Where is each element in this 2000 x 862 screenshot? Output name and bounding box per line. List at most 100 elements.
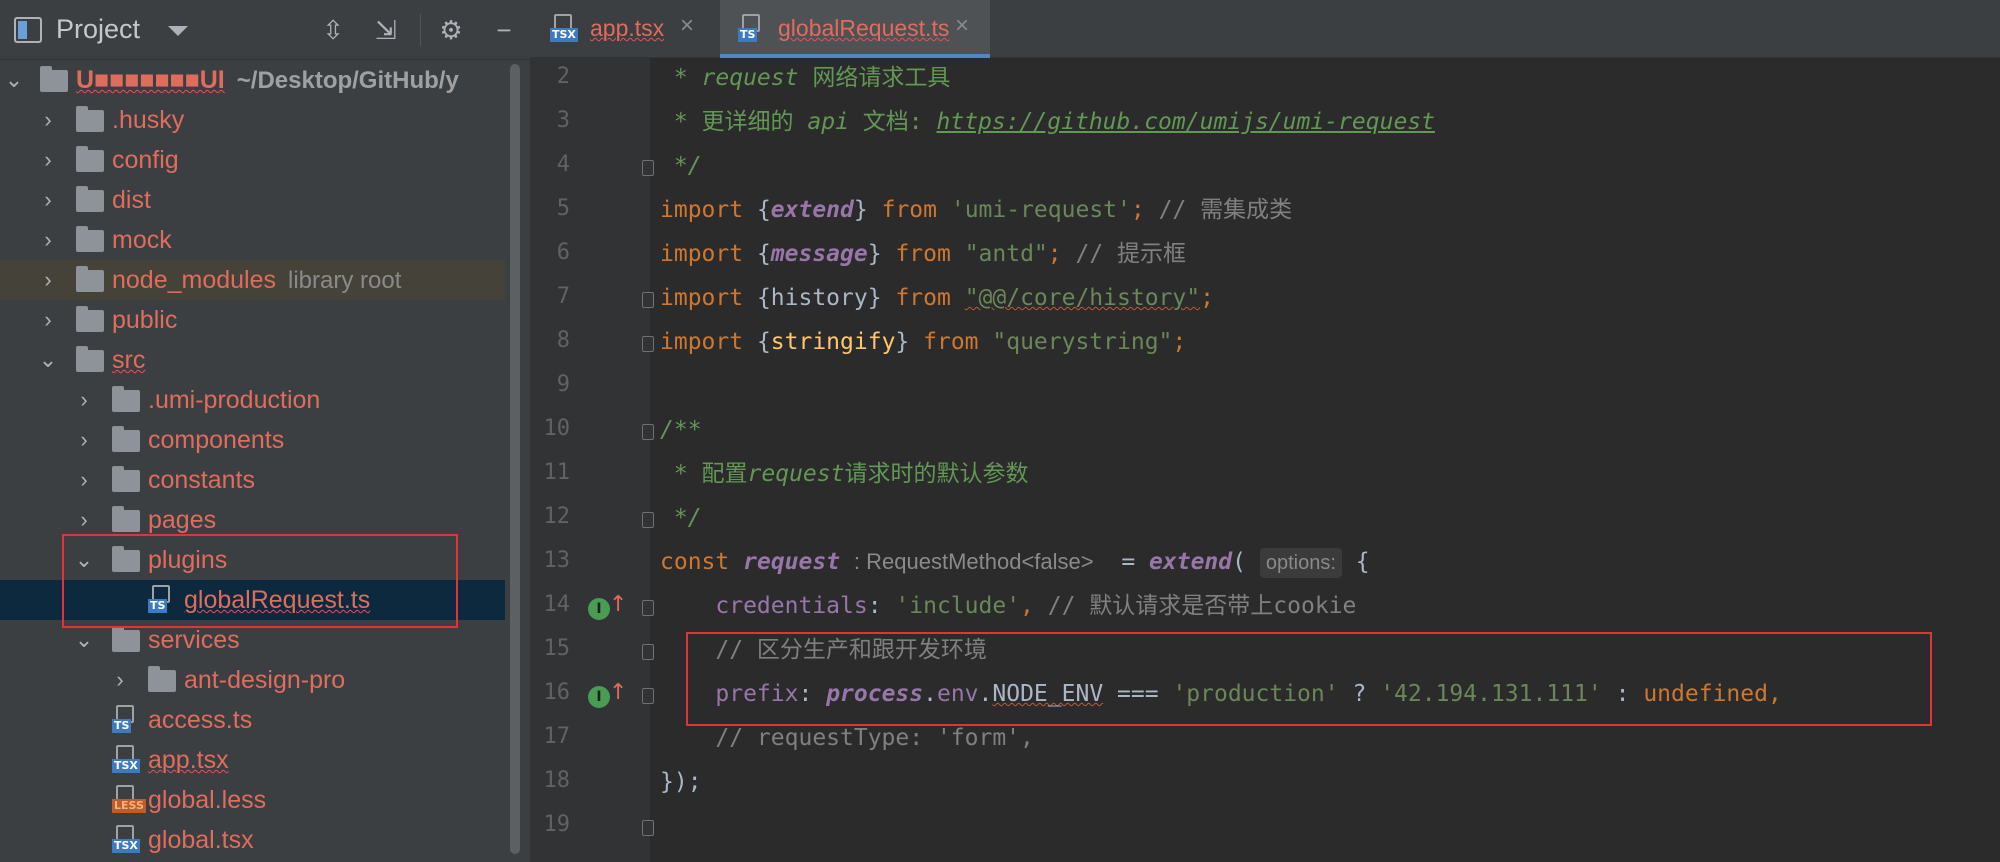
code-line-13: const request : RequestMethod<false> = e… — [660, 542, 1370, 582]
line-number: 12 — [543, 504, 571, 529]
tsx-file-icon: TSX — [112, 825, 140, 855]
tree-item-mock[interactable]: › mock — [0, 220, 505, 260]
line-number: 19 — [543, 812, 571, 837]
line-number: 11 — [543, 460, 571, 485]
fold-marker-icon[interactable] — [642, 644, 654, 660]
project-tree: ⌄ U■■■■■■■UI ~/Desktop/GitHub/y › .husky … — [0, 60, 505, 862]
folder-icon — [112, 506, 140, 532]
folder-icon — [40, 66, 68, 92]
fold-marker-icon[interactable] — [642, 336, 654, 352]
tree-item-app[interactable]: TSX app.tsx — [0, 740, 505, 780]
project-panel-title[interactable]: Project — [56, 14, 140, 45]
folder-icon — [112, 386, 140, 412]
line-number: 14 — [543, 592, 571, 617]
tree-root-row[interactable]: ⌄ U■■■■■■■UI ~/Desktop/GitHub/y — [0, 60, 505, 100]
tab-global-request[interactable]: TS globalRequest.ts × — [720, 0, 990, 58]
chevron-right-icon[interactable]: › — [38, 269, 58, 291]
less-file-icon: LESS — [112, 785, 146, 815]
code-line-4: */ — [660, 153, 702, 179]
chevron-right-icon[interactable]: › — [110, 669, 130, 691]
gear-icon[interactable]: ⚙ — [435, 14, 467, 46]
tree-item-global-less[interactable]: LESS global.less — [0, 780, 505, 820]
chevron-right-icon[interactable]: › — [38, 109, 58, 131]
type-inlay-hint: : RequestMethod<false> — [853, 549, 1094, 574]
tree-item-label: constants — [148, 466, 256, 494]
chevron-down-icon[interactable]: ⌄ — [74, 629, 94, 651]
arrow-up-icon[interactable]: ↑ — [609, 592, 627, 617]
implements-icon[interactable]: I — [588, 686, 610, 708]
typescript-file-icon: TS — [738, 14, 766, 44]
tree-item-label: pages — [148, 506, 217, 534]
chevron-right-icon[interactable]: › — [74, 469, 94, 491]
editor-scrollbar[interactable] — [1986, 58, 2000, 862]
fold-marker-icon[interactable] — [642, 160, 654, 176]
highlight-box-plugins — [62, 534, 458, 628]
chevron-right-icon[interactable]: › — [74, 429, 94, 451]
tab-app-tsx[interactable]: TSX app.tsx × — [530, 0, 710, 58]
view-dropdown-icon[interactable] — [168, 26, 188, 36]
code-line-12: */ — [660, 505, 702, 531]
folder-icon — [112, 466, 140, 492]
tree-item-public[interactable]: › public — [0, 300, 505, 340]
tree-item-global-tsx[interactable]: TSX global.tsx — [0, 820, 505, 860]
folder-icon — [76, 266, 104, 292]
code-line-8: import {stringify} from "querystring"; — [660, 329, 1187, 355]
folder-icon — [76, 306, 104, 332]
tree-item-husky[interactable]: › .husky — [0, 100, 505, 140]
chevron-right-icon[interactable]: › — [38, 229, 58, 251]
chevron-right-icon[interactable]: › — [38, 189, 58, 211]
code-line-11: * 配置request请求时的默认参数 — [660, 461, 1029, 487]
code-line-10: /** — [660, 417, 702, 443]
chevron-right-icon[interactable]: › — [74, 389, 94, 411]
fold-marker-icon[interactable] — [642, 292, 654, 308]
line-number: 6 — [556, 240, 570, 265]
fold-marker-icon[interactable] — [642, 512, 654, 528]
project-window-icon — [14, 17, 42, 43]
editor-tab-bar: TSX app.tsx × TS globalRequest.ts × — [530, 0, 2000, 58]
chevron-down-icon[interactable]: ⌄ — [4, 69, 24, 91]
fold-marker-icon[interactable] — [642, 424, 654, 440]
tree-item-constants[interactable]: › constants — [0, 460, 505, 500]
chevron-right-icon[interactable]: › — [74, 509, 94, 531]
scrollbar-thumb[interactable] — [510, 64, 520, 854]
close-icon[interactable]: × — [955, 12, 969, 40]
docs-link[interactable]: https://github.com/umijs/umi-request — [937, 109, 1436, 135]
folder-icon — [76, 106, 104, 132]
line-number: 3 — [556, 108, 570, 133]
code-editor[interactable]: * request 网络请求工具 * 更详细的 api 文档: https://… — [660, 58, 2000, 862]
minimize-icon[interactable]: − — [488, 14, 520, 46]
tree-item-label: services — [148, 626, 240, 654]
chevron-right-icon[interactable]: › — [38, 149, 58, 171]
line-number-gutter[interactable]: 2 3 4 5 6 7 8 9 10 11 12 13 14 15 16 17 … — [530, 58, 654, 862]
implements-icon[interactable]: I — [588, 598, 610, 620]
code-line-5: import {extend} from 'umi-request'; // 需… — [660, 197, 1293, 223]
tree-item-umi-production[interactable]: › .umi-production — [0, 380, 505, 420]
tree-item-src[interactable]: ⌄ src — [0, 340, 505, 380]
collapse-all-icon[interactable]: ⇲ — [370, 14, 402, 46]
code-line-6: import {message} from "antd"; // 提示框 — [660, 241, 1187, 267]
expand-all-icon[interactable]: ⇳ — [317, 14, 349, 46]
tree-item-access[interactable]: TS access.ts — [0, 700, 505, 740]
fold-marker-icon[interactable] — [642, 820, 654, 836]
code-line-2: * request 网络请求工具 — [660, 65, 951, 91]
root-project-path: ~/Desktop/GitHub/y — [236, 67, 459, 94]
tree-item-label: .umi-production — [148, 386, 321, 414]
close-icon[interactable]: × — [680, 12, 694, 40]
tree-item-node-modules[interactable]: › node_modules library root — [0, 260, 505, 300]
project-scrollbar[interactable] — [508, 60, 522, 862]
folder-icon — [76, 226, 104, 252]
line-number: 18 — [543, 768, 571, 793]
folder-icon — [76, 346, 104, 372]
code-line-14: credentials: 'include', // 默认请求是否带上cooki… — [715, 593, 1357, 619]
tree-item-ant-design-pro[interactable]: › ant-design-pro — [0, 660, 505, 700]
chevron-down-icon[interactable]: ⌄ — [38, 349, 58, 371]
line-number: 17 — [543, 724, 571, 749]
line-number: 13 — [543, 548, 571, 573]
arrow-up-icon[interactable]: ↑ — [609, 680, 627, 705]
fold-marker-icon[interactable] — [642, 600, 654, 616]
fold-marker-icon[interactable] — [642, 688, 654, 704]
tree-item-config[interactable]: › config — [0, 140, 505, 180]
tree-item-dist[interactable]: › dist — [0, 180, 505, 220]
tree-item-components[interactable]: › components — [0, 420, 505, 460]
chevron-right-icon[interactable]: › — [38, 309, 58, 331]
